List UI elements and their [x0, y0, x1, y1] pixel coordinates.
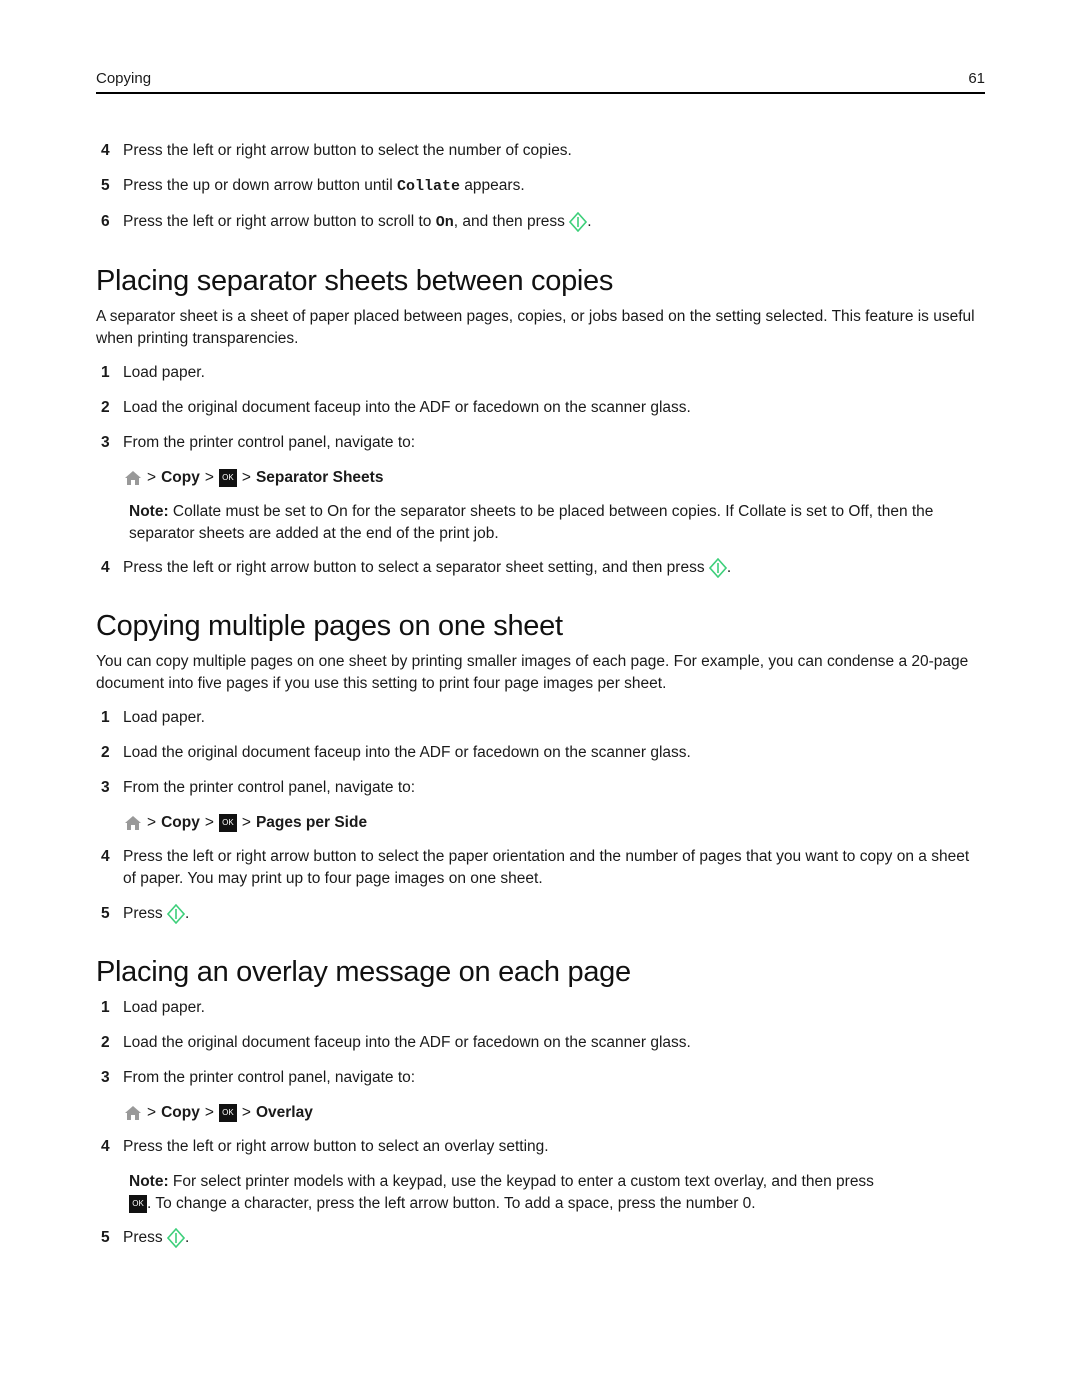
menu-path: > Copy > OK > Separator Sheets [96, 467, 985, 489]
note: Note: Collate must be set to On for the … [129, 503, 934, 542]
ok-button-icon: OK [218, 469, 237, 487]
home-icon [124, 1105, 142, 1121]
step: 1 Load paper. [101, 364, 205, 381]
menu-path: > Copy > OK > Pages per Side [96, 812, 985, 834]
step: 4 Press the left or right arrow button to… [101, 557, 732, 579]
section-intro: A separator sheet is a sheet of paper pl… [96, 308, 975, 347]
step: 1 Load paper. [101, 709, 205, 726]
step: 3 From the printer control panel, navigat… [101, 434, 416, 451]
step: 5 Press the up or down arrow button until… [101, 177, 525, 195]
section-heading: Placing separator sheets between copies [96, 265, 614, 297]
home-icon [124, 815, 142, 831]
menu-path: > Copy > OK > Overlay [96, 1102, 985, 1124]
page-header: Copying 61 [96, 70, 985, 94]
document-page: Copying 61 4 Press the left or right arro… [0, 0, 1080, 1397]
section-intro: You can copy multiple pages on one sheet… [96, 653, 969, 692]
page-content: 4 Press the left or right arrow button to… [96, 140, 985, 1262]
note: Note: For select printer models with a k… [129, 1173, 874, 1213]
section-title: Copying [96, 70, 152, 87]
code-text: Collate [396, 178, 460, 195]
step: 5 Press . [101, 903, 190, 925]
step: 1 Load paper. [101, 999, 205, 1016]
step: 3 From the printer control panel, navigat… [101, 1069, 416, 1086]
section-heading: Placing an overlay message on each page [96, 956, 631, 988]
step: 3 From the printer control panel, navigat… [101, 779, 416, 796]
start-button-icon [569, 211, 588, 233]
step: 2 Load the original document faceup into … [101, 744, 691, 761]
section-heading: Copying multiple pages on one sheet [96, 610, 563, 642]
step: 5 Press . [101, 1227, 190, 1249]
ok-button-icon: OK [218, 814, 237, 832]
step: 2 Load the original document faceup into … [101, 1034, 691, 1051]
home-icon [124, 470, 142, 486]
code-text: On [435, 214, 454, 231]
page-number: 61 [968, 70, 985, 87]
step: 2 Load the original document faceup into … [101, 399, 691, 416]
step: 4 Press the left or right arrow button to… [101, 1138, 549, 1155]
step: 6 Press the left or right arrow button to… [101, 211, 592, 233]
start-button-icon [708, 557, 727, 579]
step: 4 Press the left or right arrow button to… [101, 142, 572, 159]
step: 4 Press the left or right arrow button to… [101, 848, 970, 887]
start-button-icon [166, 903, 186, 925]
ok-button-icon: OK [218, 1104, 237, 1122]
start-button-icon [166, 1227, 186, 1249]
ok-button-icon: OK [129, 1194, 147, 1213]
